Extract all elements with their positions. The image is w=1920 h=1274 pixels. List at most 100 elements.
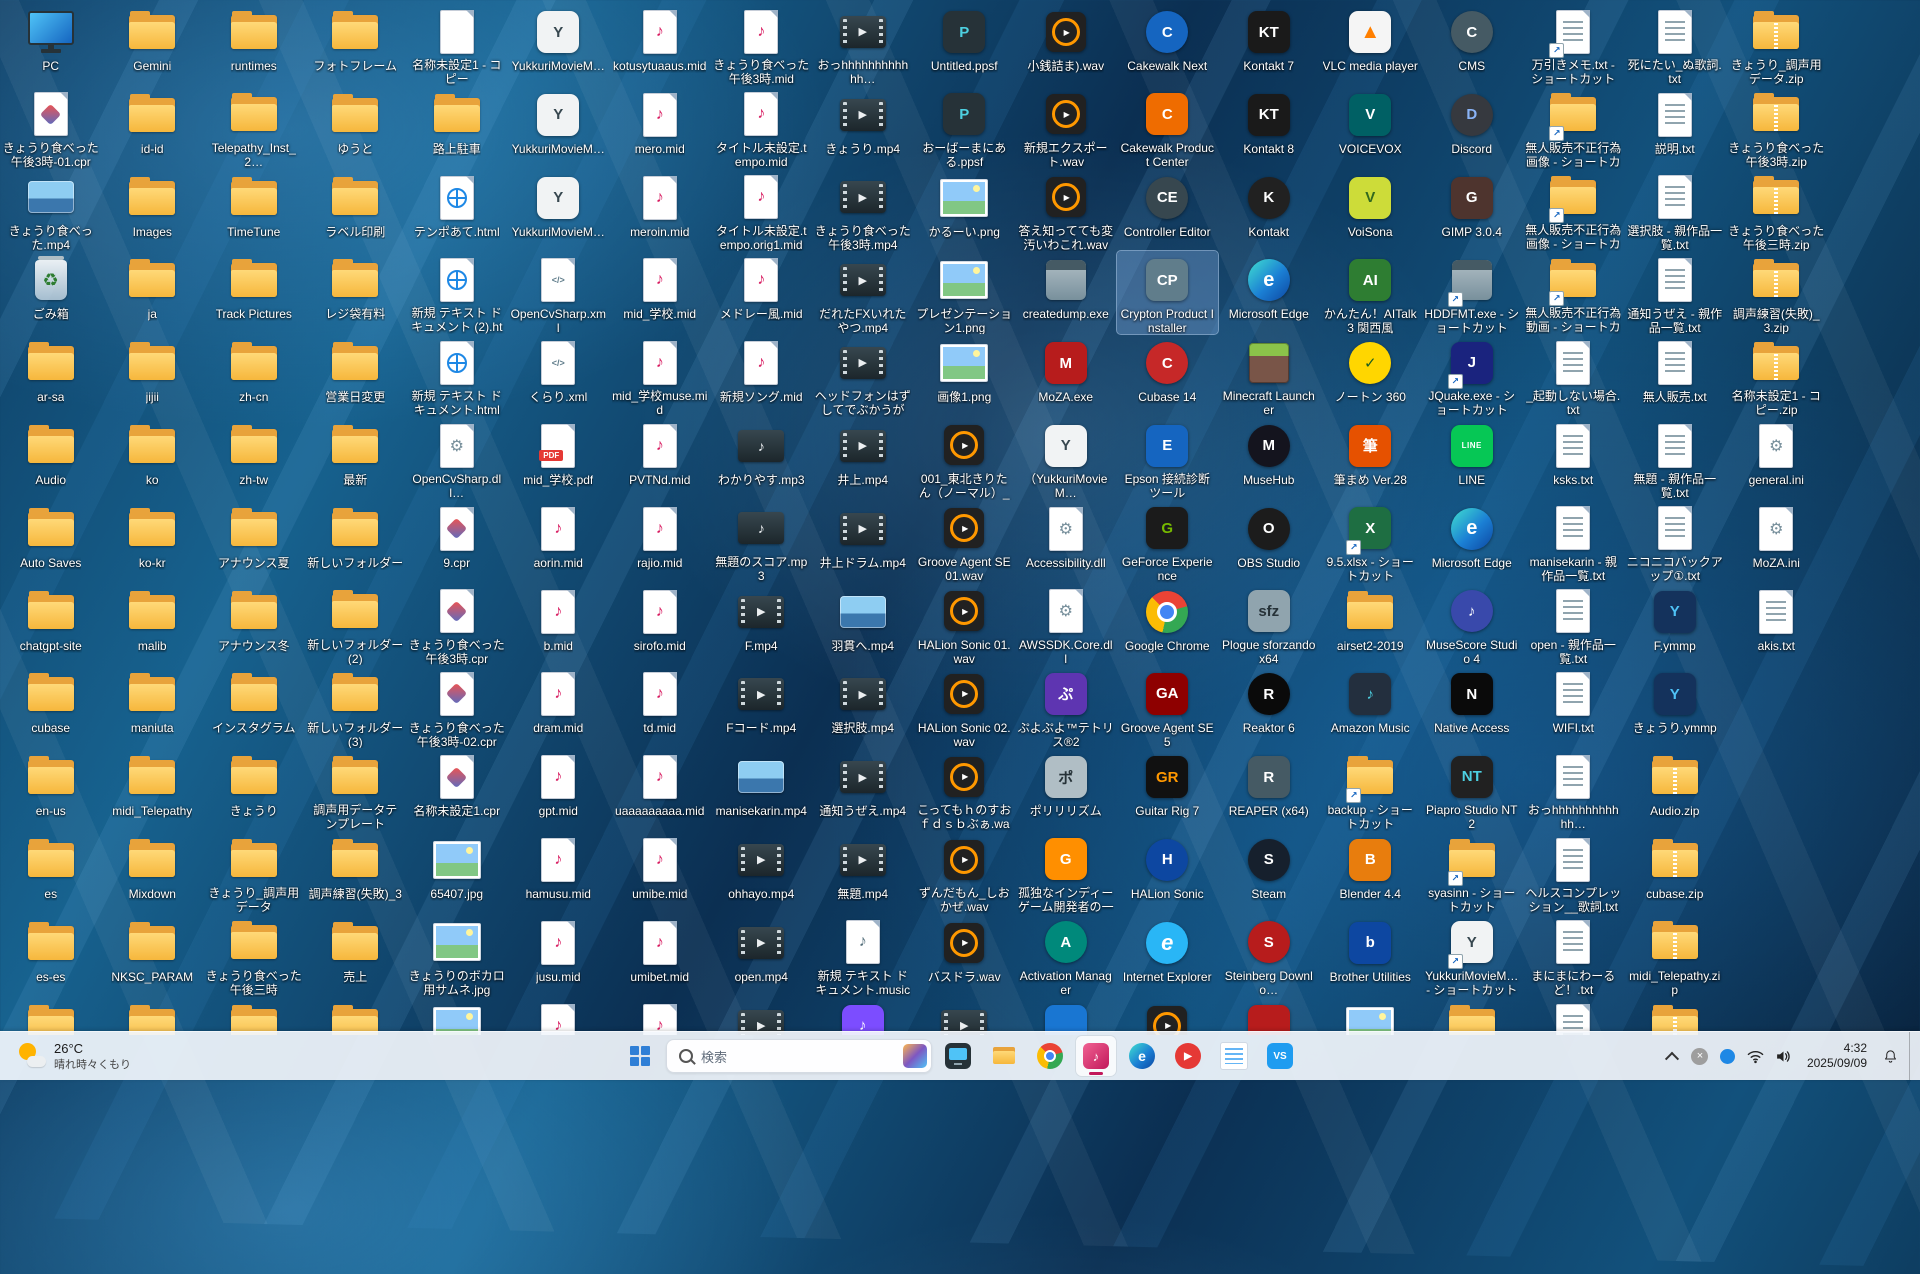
desktop-icon[interactable]: C CMS [1421,3,1523,86]
desktop-icon[interactable]: O OBS Studio [1218,500,1320,583]
desktop-icon[interactable]: G孤独なインディーゲーム開発者の一生… [1015,831,1117,914]
desktop-icon[interactable]: ▶ だれたFXいれたやつ.mp4 [812,251,914,334]
desktop-icon[interactable] [203,997,305,1035]
desktop-icon[interactable]: C Cakewalk Next [1117,3,1219,86]
desktop-icon[interactable]: HALion Sonic 02.wav [914,665,1016,748]
desktop-icon[interactable]: 新規エクスポート.wav [1015,86,1117,169]
desktop-icon[interactable]: ▲ VLC media player [1320,3,1422,86]
desktop-icon[interactable]: akis.txt [1726,583,1828,666]
desktop-icon[interactable]: Telepathy_Inst_2… [203,86,305,169]
desktop-icon[interactable]: PC [0,3,102,86]
desktop-icon[interactable]: ニコニコバックアップ①.txt [1624,500,1726,583]
taskbar-media-player[interactable]: ▶ [1168,1036,1208,1076]
desktop-icon[interactable]: ⚙ Accessibility.dll [1015,500,1117,583]
desktop-icon[interactable]: 新しいフォルダー (3) [305,665,407,748]
desktop-icon[interactable]: malib [102,583,204,666]
desktop-icon[interactable]: midi_Telepathy.zip [1624,914,1726,997]
desktop-icon[interactable]: Y F.ymmp [1624,583,1726,666]
desktop-icon[interactable]: ♪ umibet.mid [609,914,711,997]
desktop-icon[interactable]: G GeForce Experience [1117,500,1219,583]
desktop-icon[interactable]: N Native Access [1421,665,1523,748]
desktop-icon[interactable]: M MoZA.exe [1015,334,1117,417]
desktop-icon[interactable] [1015,997,1117,1035]
desktop-icon[interactable]: NT Piapro Studio NT2 [1421,748,1523,831]
desktop-icon[interactable]: きょうり_調声用データ [203,831,305,914]
desktop-icon[interactable]: ♪ uaaaaaaaaa.mid [609,748,711,831]
desktop-icon[interactable]: ▶ open.mp4 [711,914,813,997]
desktop-icon[interactable]: AI かんたん！AITalk 3 関西風 [1320,251,1422,334]
desktop-icon[interactable]: ⚙ general.ini [1726,417,1828,500]
desktop-icon[interactable]: _起動しない場合.txt [1523,334,1625,417]
desktop-icon[interactable]: Auto Saves [0,500,102,583]
desktop-icon[interactable]: 名称未設定1 - コピー.zip [1726,334,1828,417]
desktop-icon[interactable]: </> くらり.xml [508,334,610,417]
desktop-icon[interactable] [406,997,508,1035]
desktop-icon[interactable]: プレゼンテーション1.png [914,251,1016,334]
desktop-icon[interactable]: KT Kontakt 8 [1218,86,1320,169]
taskbar-vscode[interactable]: VS [1260,1036,1300,1076]
desktop-icon[interactable]: ▶ ohhayo.mp4 [711,831,813,914]
desktop-icon[interactable]: ♪ jusu.mid [508,914,610,997]
desktop-icon[interactable]: e Microsoft Edge [1218,251,1320,334]
desktop-icon[interactable] [1320,997,1422,1035]
desktop-icon[interactable]: ↗ backup - ショートカット [1320,748,1422,831]
taskbar-voice-editor[interactable]: ♪ [1076,1036,1116,1076]
desktop-icon[interactable]: PDF mid_学校.pdf [508,417,610,500]
desktop-icon[interactable]: ▶ヘッドフォンはずしてでぶかうがが.mp4 [812,334,914,417]
desktop-icon[interactable]: 新しいフォルダー (2) [305,583,407,665]
taskbar-file-explorer[interactable] [984,1036,1024,1076]
desktop-icon[interactable]: open - 親作品一覧.txt [1523,583,1625,665]
desktop-icon[interactable]: ♪ きょうり食べった午後3時.mid [711,3,813,86]
search-highlight-image[interactable] [903,1044,927,1068]
desktop-icon[interactable]: Google Chrome [1117,583,1219,666]
wifi-icon[interactable] [1743,1040,1769,1072]
desktop-icon[interactable]: 羽貫へ.mp4 [812,583,914,666]
desktop-icon[interactable]: 死にたい_ぬ歌詞.txt [1624,3,1726,86]
desktop-icon[interactable]: ⚙ MoZA.ini [1726,500,1828,583]
desktop-icon[interactable]: ↗ syasinn - ショートカット [1421,831,1523,914]
desktop-icon[interactable]: 名称未設定1 - コピー [406,3,508,86]
desktop-icon[interactable]: es-es [0,914,102,997]
desktop-icon[interactable]: C Cakewalk Product Center [1117,86,1219,169]
desktop-icon[interactable]: zh-cn [203,334,305,417]
desktop-icon[interactable]: ▶ [914,997,1016,1035]
desktop-icon[interactable]: H HALion Sonic [1117,831,1219,914]
desktop-icon[interactable]: ✓ ノートン 360 [1320,334,1422,417]
desktop-icon[interactable]: C Cubase 14 [1117,334,1219,417]
desktop-icon[interactable]: ↗無人販売不正行為 画像 - ショートカッ… [1523,86,1625,169]
desktop-icon[interactable]: かるーい.png [914,169,1016,252]
desktop-icon[interactable]: きょうり食べった午後3時.cpr [406,583,508,665]
desktop-icon[interactable] [1624,997,1726,1035]
desktop-icon[interactable]: HALion Sonic 01.wav [914,583,1016,665]
desktop-icon[interactable]: cubase [0,665,102,748]
desktop-icon[interactable]: きょうり食べった午後三時.zip [1726,169,1828,251]
taskbar-microsoft-edge[interactable]: e [1122,1036,1162,1076]
desktop-icon[interactable]: ♪ PVTNd.mid [609,417,711,500]
desktop-icon[interactable]: ♪ sirofo.mid [609,583,711,666]
desktop-icon[interactable]: en-us [0,748,102,831]
desktop-icon[interactable]: D Discord [1421,86,1523,169]
desktop-icon[interactable]: ぷぷよぷよ™テトリス®2 [1015,665,1117,748]
desktop-icon[interactable] [1117,997,1219,1035]
desktop-icon[interactable]: K Kontakt [1218,169,1320,252]
desktop-icon[interactable]: まにまにわーるど！.txt [1523,914,1625,997]
desktop-icon[interactable]: ♪ b.mid [508,583,610,666]
desktop-icon[interactable]: 答え知ってても変汚いわこれ.wav [1015,169,1117,251]
desktop-icon[interactable]: createdump.exe [1015,251,1117,334]
desktop-icon[interactable]: ksks.txt [1523,417,1625,500]
desktop-icon[interactable]: TimeTune [203,169,305,252]
desktop-icon[interactable]: 最新 [305,417,407,500]
desktop-icon[interactable]: ♪ 無題のスコア.mp3 [711,500,813,583]
tray-close-circle-icon[interactable]: × [1687,1040,1713,1072]
desktop-icon[interactable]: V VOICEVOX [1320,86,1422,169]
taskbar-google-chrome[interactable] [1030,1036,1070,1076]
desktop-icon[interactable]: 65407.jpg [406,831,508,914]
desktop-icon[interactable]: ↗ 万引きメモ.txt - ショートカット [1523,3,1625,86]
desktop-icon[interactable]: e Microsoft Edge [1421,500,1523,583]
desktop-icon[interactable]: es [0,831,102,914]
desktop-icon[interactable]: sfz Plogue sforzando x64 [1218,583,1320,665]
desktop-icon[interactable]: ♪ Amazon Music [1320,665,1422,748]
desktop-icon[interactable]: midi_Telepathy [102,748,204,831]
desktop-icon[interactable]: 小銭詰ま).wav [1015,3,1117,86]
desktop-icon[interactable]: ♪ [609,997,711,1035]
